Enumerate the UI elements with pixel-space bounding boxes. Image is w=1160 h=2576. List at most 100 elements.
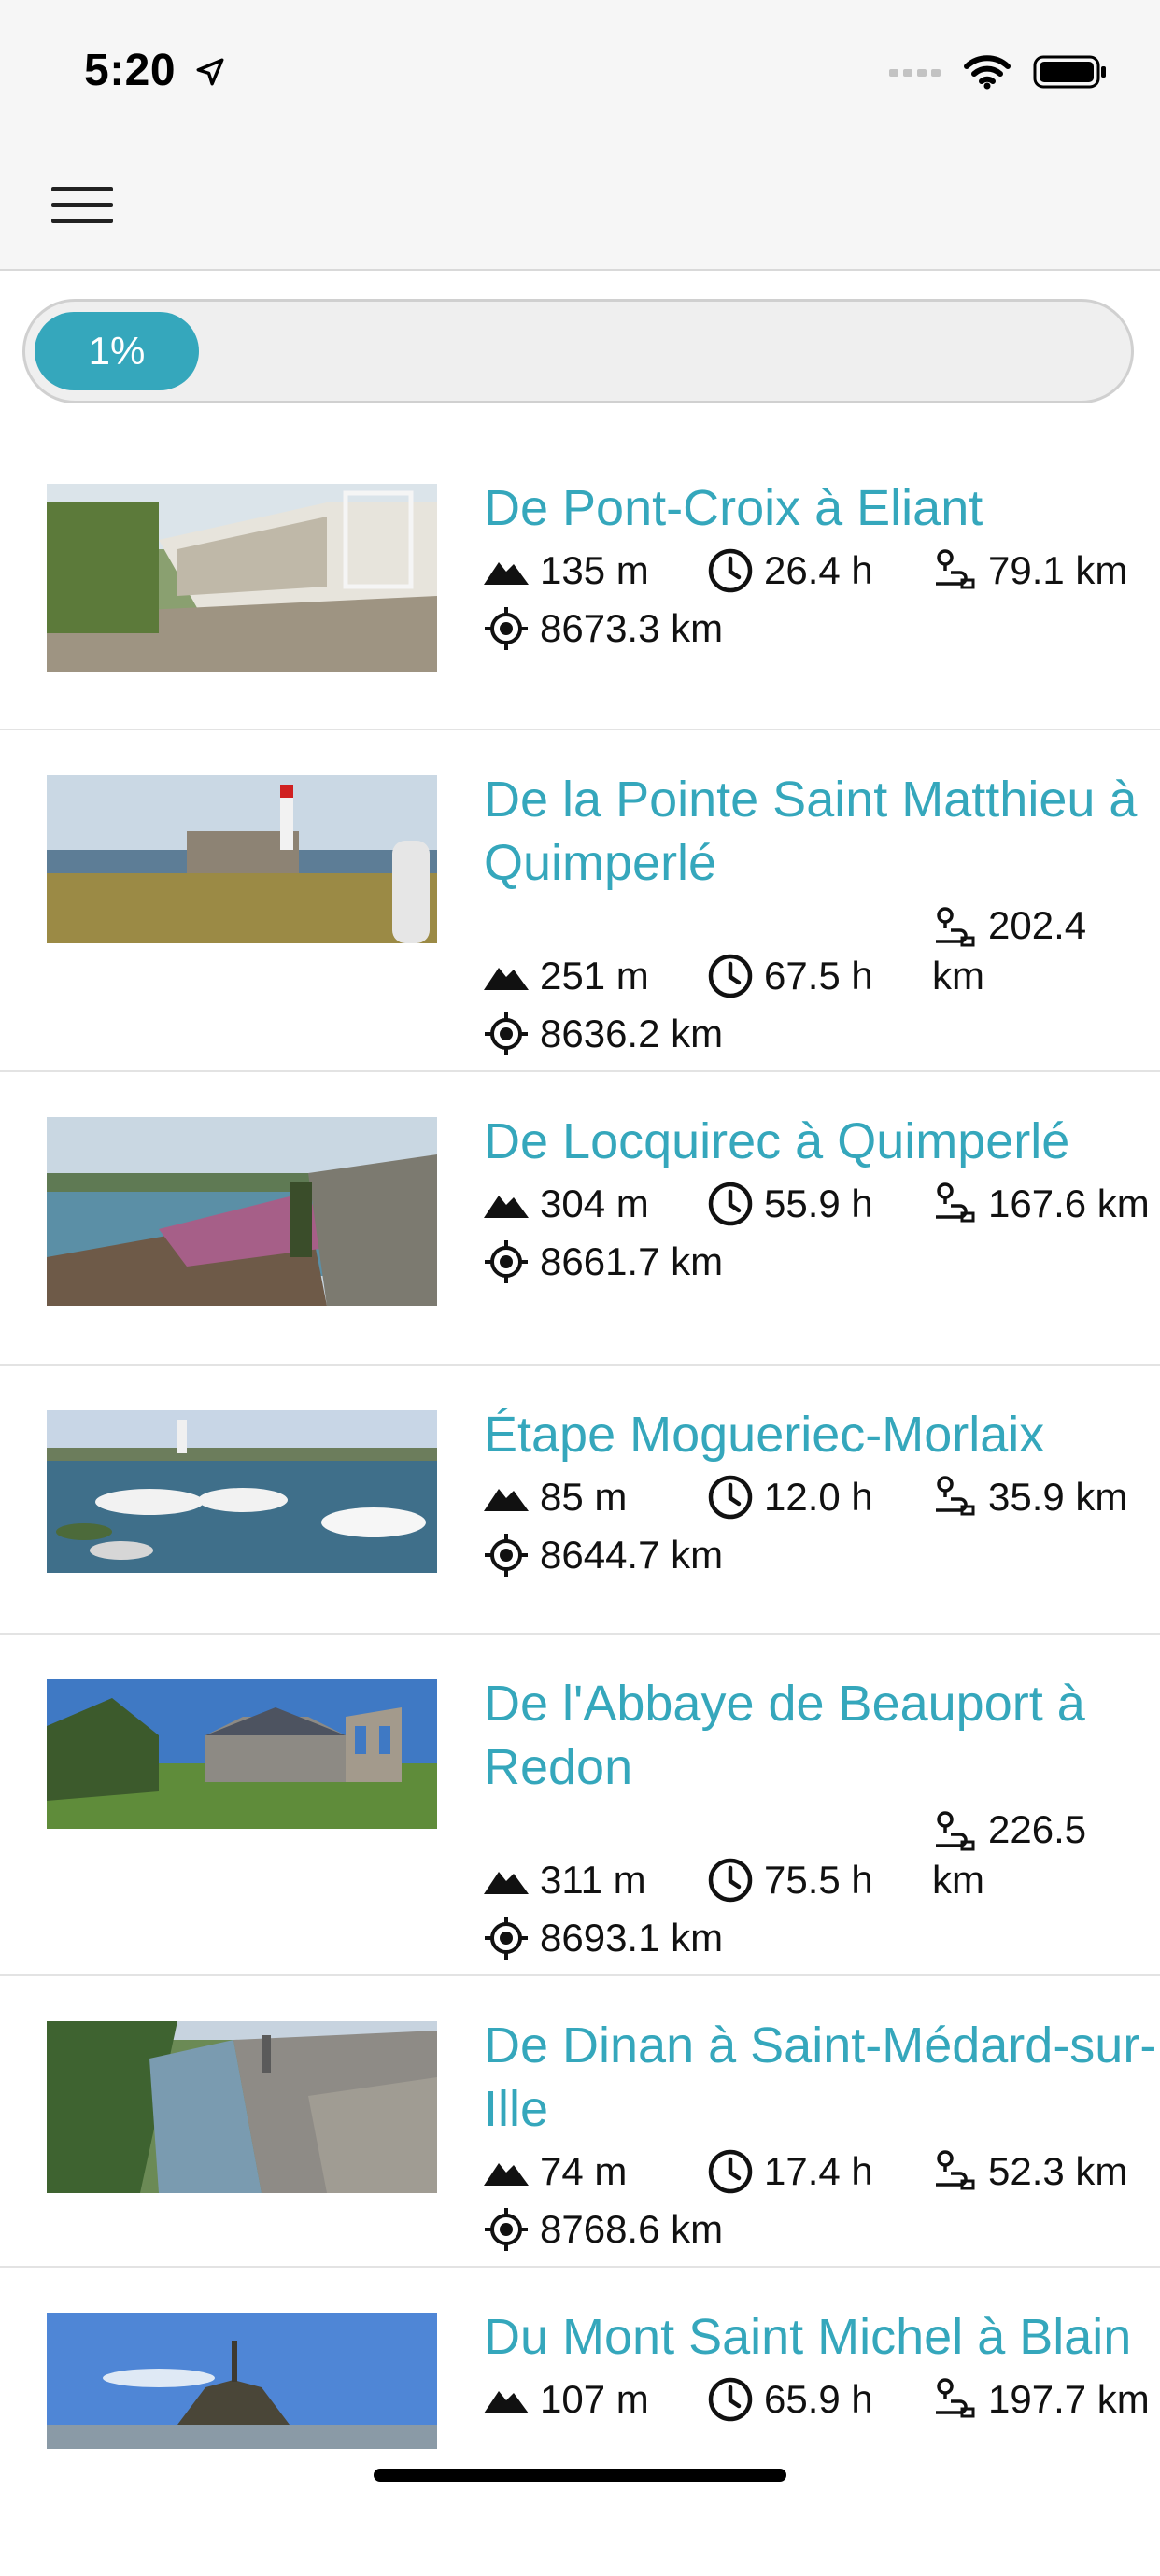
duration-value: 17.4 h — [764, 2149, 873, 2193]
target-location-icon — [485, 607, 528, 650]
duration-stat: 17.4 h — [708, 2146, 932, 2197]
route-list-item[interactable]: Étape Mogueriec-Morlaix 85 m 12.0 h 35.9… — [0, 1366, 1160, 1635]
route-title: De Dinan à Saint-Médard-sur-Ille — [484, 2017, 1157, 2137]
target-location-icon — [485, 1917, 528, 1960]
wifi-icon — [964, 55, 1011, 90]
position-value: 8636.2 km — [540, 1012, 724, 1055]
duration-value: 75.5 h — [764, 1858, 873, 1902]
route-distance-icon — [936, 2150, 975, 2190]
route-distance-icon — [936, 549, 975, 589]
distance-stat: 79.1 km — [932, 545, 1156, 596]
clock-icon — [708, 1858, 753, 1903]
route-thumbnail — [47, 2021, 437, 2193]
distance-stat: 52.3 km — [932, 2146, 1156, 2197]
mountain-icon — [484, 1489, 529, 1511]
duration-stat: 65.9 h — [708, 2374, 932, 2425]
duration-stat: 26.4 h — [708, 545, 932, 596]
route-list-item[interactable]: De Locquirec à Quimperlé 304 m 55.9 h 16… — [0, 1072, 1160, 1366]
route-distance-icon — [936, 2378, 975, 2418]
elevation-value: 135 m — [540, 548, 649, 592]
route-list-item[interactable]: De la Pointe Saint Matthieu à Quimperlé … — [0, 730, 1160, 1072]
clock-icon — [708, 2149, 753, 2194]
clock-icon — [708, 1475, 753, 1520]
elevation-value: 311 m — [540, 1858, 646, 1902]
clock-icon — [708, 548, 753, 593]
route-list-item[interactable]: Du Mont Saint Michel à Blain 107 m 65.9 … — [0, 2268, 1160, 2576]
elevation-stat: 74 m — [484, 2146, 708, 2197]
distance-stat: 226.5 km — [932, 1805, 1119, 1905]
position-stat: 8693.1 km — [484, 1913, 1160, 1963]
duration-stat: 12.0 h — [708, 1472, 932, 1522]
target-location-icon — [485, 1534, 528, 1577]
position-stat: 8661.7 km — [484, 1237, 1160, 1287]
route-title: De Pont-Croix à Eliant — [484, 480, 983, 536]
position-stat: 8673.3 km — [484, 603, 1160, 654]
route-thumbnail — [47, 1410, 437, 1573]
elevation-value: 85 m — [540, 1475, 628, 1519]
position-value: 8693.1 km — [540, 1916, 724, 1960]
mountain-icon — [484, 968, 529, 990]
target-location-icon — [485, 1012, 528, 1055]
distance-value: 167.6 km — [988, 1182, 1150, 1225]
route-list: De Pont-Croix à Eliant 135 m 26.4 h 79.1… — [0, 439, 1160, 2576]
route-title: Du Mont Saint Michel à Blain — [484, 2309, 1132, 2365]
route-distance-icon — [936, 907, 975, 947]
duration-stat: 67.5 h — [708, 951, 932, 1001]
position-value: 8673.3 km — [540, 606, 724, 650]
route-distance-icon — [936, 1811, 975, 1851]
distance-value: 197.7 km — [988, 2377, 1150, 2421]
duration-value: 67.5 h — [764, 954, 873, 998]
position-value: 8644.7 km — [540, 1533, 724, 1577]
position-value: 8661.7 km — [540, 1239, 724, 1283]
mountain-icon — [484, 2391, 529, 2413]
position-stat: 8768.6 km — [484, 2204, 1160, 2255]
duration-value: 26.4 h — [764, 548, 873, 592]
route-distance-icon — [936, 1476, 975, 1516]
battery-icon — [1033, 55, 1106, 89]
distance-stat: 197.7 km — [932, 2374, 1156, 2425]
route-title: De Locquirec à Quimperlé — [484, 1113, 1070, 1169]
elevation-stat: 304 m — [484, 1179, 708, 1229]
route-thumbnail — [47, 2313, 437, 2449]
progress-fill: 1% — [35, 312, 199, 390]
duration-stat: 75.5 h — [708, 1855, 932, 1905]
elevation-value: 304 m — [540, 1182, 649, 1225]
distance-value: 35.9 km — [988, 1475, 1128, 1519]
route-list-item[interactable]: De l'Abbaye de Beauport à Redon 311 m 75… — [0, 1635, 1160, 1976]
target-location-icon — [485, 2208, 528, 2251]
elevation-stat: 135 m — [484, 545, 708, 596]
status-time: 5:20 — [84, 46, 177, 95]
elevation-stat: 251 m — [484, 951, 708, 1001]
route-list-item[interactable]: De Pont-Croix à Eliant 135 m 26.4 h 79.1… — [0, 439, 1160, 730]
route-thumbnail — [47, 775, 437, 943]
mountain-icon — [484, 1872, 529, 1894]
route-list-item[interactable]: De Dinan à Saint-Médard-sur-Ille 74 m 17… — [0, 1976, 1160, 2268]
position-stat: 8636.2 km — [484, 1009, 1160, 1059]
elevation-stat: 107 m — [484, 2374, 708, 2425]
route-distance-icon — [936, 1182, 975, 1223]
route-title: De la Pointe Saint Matthieu à Quimperlé — [484, 771, 1138, 891]
home-indicator[interactable] — [374, 2469, 786, 2482]
elevation-value: 107 m — [540, 2377, 649, 2421]
duration-value: 12.0 h — [764, 1475, 873, 1519]
distance-value: 79.1 km — [988, 548, 1128, 592]
status-bar: 5:20 — [0, 0, 1160, 140]
route-thumbnail — [47, 1117, 437, 1306]
navigation-bar — [0, 140, 1160, 271]
elevation-value: 74 m — [540, 2149, 628, 2193]
hamburger-menu-icon[interactable] — [51, 187, 113, 224]
position-value: 8768.6 km — [540, 2207, 724, 2251]
mountain-icon — [484, 1196, 529, 1218]
mountain-icon — [484, 562, 529, 585]
elevation-value: 251 m — [540, 954, 649, 998]
duration-stat: 55.9 h — [708, 1179, 932, 1229]
route-title: De l'Abbaye de Beauport à Redon — [484, 1676, 1085, 1795]
location-arrow-icon — [196, 58, 224, 86]
elevation-stat: 85 m — [484, 1472, 708, 1522]
progress-bar: 1% — [22, 299, 1134, 403]
clock-icon — [708, 954, 753, 998]
distance-stat: 35.9 km — [932, 1472, 1156, 1522]
clock-icon — [708, 2377, 753, 2422]
elevation-stat: 311 m — [484, 1855, 708, 1905]
progress-label: 1% — [88, 329, 146, 373]
